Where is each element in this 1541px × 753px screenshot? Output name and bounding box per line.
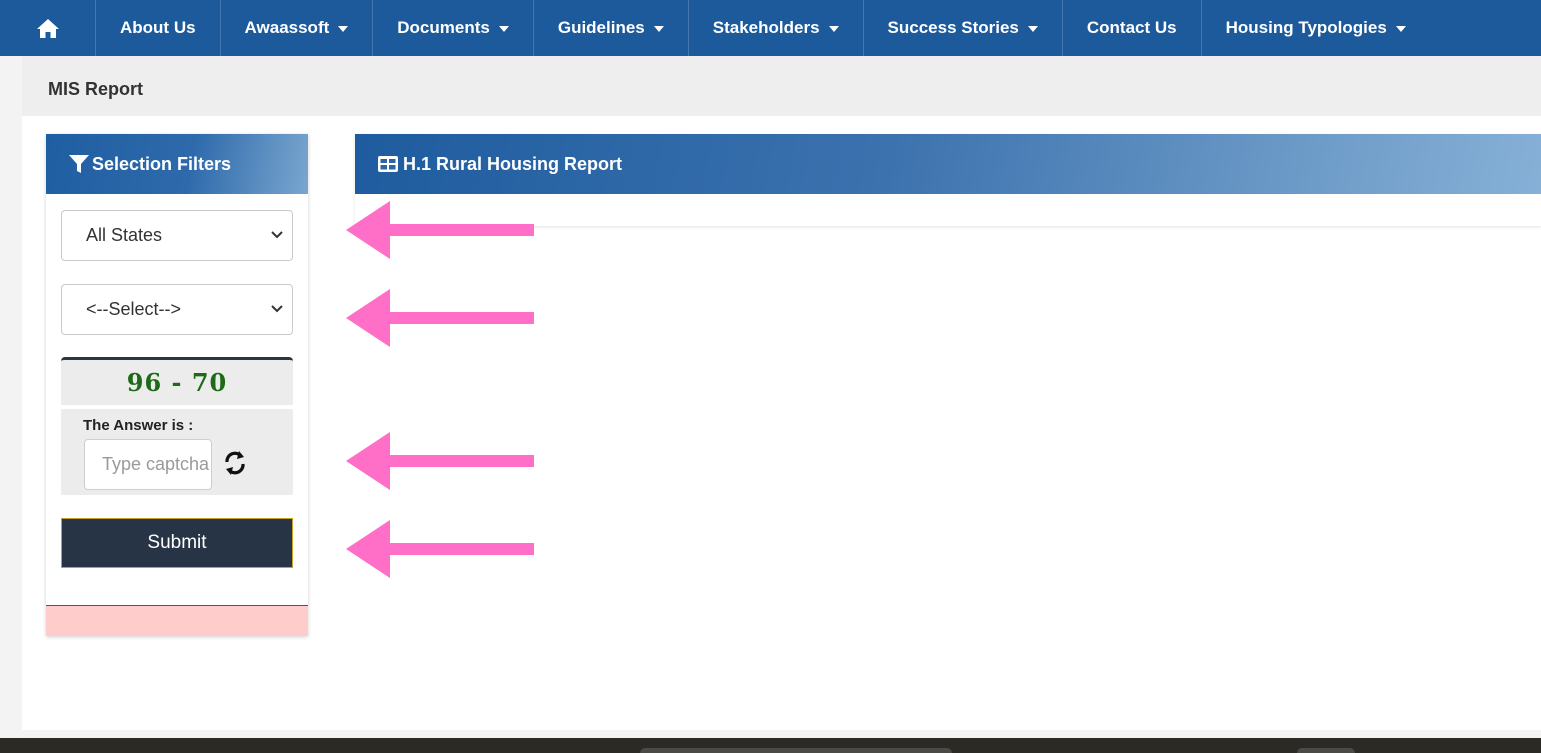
pink-arrow-annotation — [346, 432, 534, 490]
pink-arrow-annotation — [346, 201, 534, 259]
nav-housing-typologies[interactable]: Housing Typologies — [1202, 0, 1430, 56]
nav-awaassoft[interactable]: Awaassoft — [221, 0, 374, 56]
answer-label: The Answer is : — [83, 417, 194, 434]
table-icon — [378, 156, 398, 172]
captcha-input[interactable]: Type captcha — [84, 439, 212, 490]
state-select[interactable]: All States — [61, 210, 293, 261]
caret-down-icon — [338, 26, 349, 32]
caret-down-icon — [498, 26, 509, 32]
page-title: MIS Report — [48, 79, 144, 99]
report-title: H.1 Rural Housing Report — [403, 153, 623, 174]
taskbar-search-pill[interactable] — [640, 748, 952, 753]
home-icon[interactable] — [0, 0, 96, 56]
caret-down-icon — [1027, 26, 1038, 32]
secondary-select[interactable]: <--Select--> — [61, 284, 293, 335]
captcha-code: 96 - 70 — [126, 368, 228, 397]
left-gutter — [0, 56, 22, 738]
refresh-icon[interactable] — [221, 448, 249, 478]
pink-arrow-annotation — [346, 520, 534, 578]
nav-documents[interactable]: Documents — [373, 0, 534, 56]
breadcrumb-bar — [22, 56, 1541, 116]
nav-stakeholders[interactable]: Stakeholders — [689, 0, 864, 56]
caret-down-icon — [828, 26, 839, 32]
submit-button[interactable]: Submit — [61, 518, 293, 568]
nav-contact-us[interactable]: Contact Us — [1063, 0, 1202, 56]
nav-guidelines[interactable]: Guidelines — [534, 0, 689, 56]
top-navbar: About Us Awaassoft Documents Guidelines … — [0, 0, 1541, 56]
filters-title: Selection Filters — [92, 153, 232, 174]
filters-header: Selection Filters — [46, 134, 308, 194]
report-header: H.1 Rural Housing Report — [355, 134, 1541, 194]
filter-icon — [69, 155, 89, 173]
filters-footer — [46, 605, 308, 636]
pink-arrow-annotation — [346, 289, 534, 347]
caret-down-icon — [653, 26, 664, 32]
captcha-divider — [61, 405, 293, 409]
chevron-down-icon — [271, 305, 283, 313]
captcha-box: 96 - 70 The Answer is : Type captcha — [61, 357, 293, 495]
nav-about-us[interactable]: About Us — [96, 0, 221, 56]
selection-filters-panel: Selection Filters All States <--Select--… — [46, 134, 308, 636]
caret-down-icon — [1395, 26, 1406, 32]
taskbar-app-pill[interactable] — [1297, 748, 1355, 753]
nav-success-stories[interactable]: Success Stories — [864, 0, 1063, 56]
chevron-down-icon — [271, 231, 283, 239]
